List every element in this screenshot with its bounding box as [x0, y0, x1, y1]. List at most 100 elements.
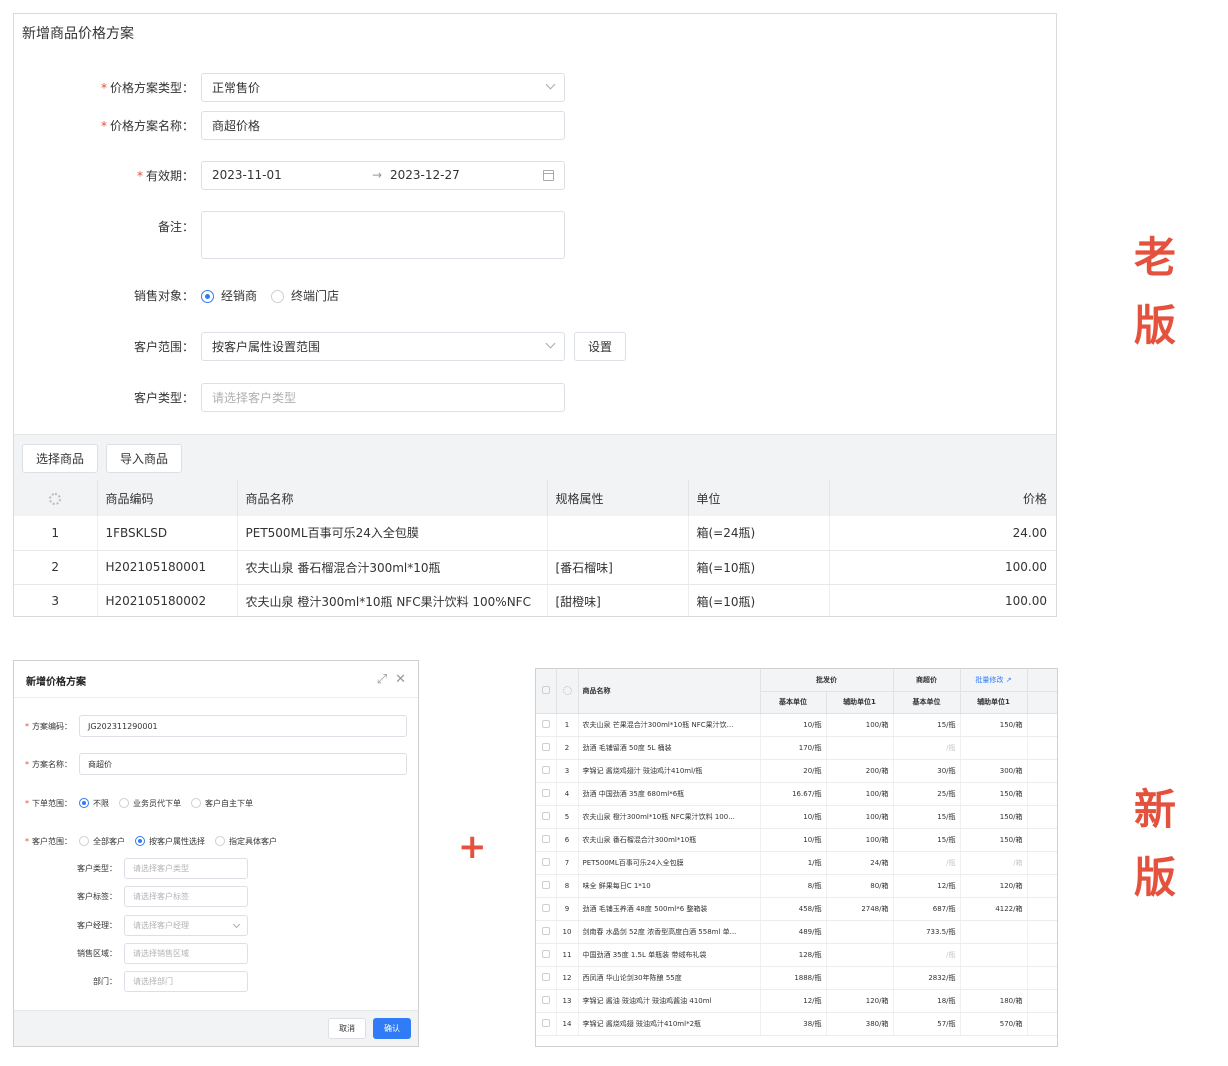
wholesale-aux-price[interactable]: 120/箱 — [826, 989, 894, 1013]
goods-price[interactable]: 100.00 — [829, 584, 1056, 616]
supermarket-base-price[interactable]: /瓶 — [893, 736, 961, 760]
supermarket-aux-price[interactable]: 180/箱 — [960, 989, 1028, 1013]
wholesale-base-price[interactable]: 10/瓶 — [760, 713, 827, 737]
table-row[interactable]: 12 西凤酒 华山论剑30年陈酿 55度 1888/瓶 2832/瓶 — [536, 966, 1057, 990]
table-row[interactable]: 3 H202105180002 农夫山泉 橙汁300ml*10瓶 NFC果汁饮料… — [14, 584, 1056, 616]
department-select[interactable]: 请选择部门 — [124, 970, 248, 992]
supermarket-base-price[interactable]: 15/瓶 — [893, 828, 961, 852]
wholesale-base-price[interactable]: 1888/瓶 — [760, 966, 827, 990]
customer-type-select[interactable]: 请选择客户类型 — [124, 857, 248, 879]
row-checkbox[interactable] — [536, 943, 557, 967]
wholesale-base-price[interactable]: 458/瓶 — [760, 897, 827, 921]
validity-date-range[interactable]: 2023-11-01 → 2023-12-27 — [201, 160, 565, 190]
supermarket-aux-price[interactable]: 150/箱 — [960, 782, 1028, 806]
cancel-button[interactable]: 取消 — [328, 1018, 366, 1039]
sales-region-select[interactable]: 请选择销售区域 — [124, 942, 248, 964]
table-row[interactable]: 13 李锦记 酱油 豉油鸡汁 豉油鸡酱油 410ml 12/瓶 120/箱 18/瓶 18… — [536, 989, 1057, 1013]
close-icon[interactable]: ✕ — [395, 672, 406, 687]
supermarket-aux-price[interactable]: 570/箱 — [960, 1012, 1028, 1036]
column-settings[interactable] — [556, 669, 579, 714]
account-manager-select[interactable]: 请选择客户经理 — [124, 914, 248, 936]
supermarket-base-price[interactable]: 733.5/瓶 — [893, 920, 961, 944]
supermarket-base-price[interactable]: 30/瓶 — [893, 759, 961, 783]
row-checkbox[interactable] — [536, 851, 557, 875]
radio-customer-order[interactable]: 客户自主下单 — [191, 798, 253, 809]
supermarket-base-price[interactable]: /瓶 — [893, 851, 961, 875]
radio-distributor[interactable]: 经销商 — [201, 287, 257, 304]
supermarket-base-price[interactable]: 18/瓶 — [893, 989, 961, 1013]
wholesale-aux-price[interactable]: 200/箱 — [826, 759, 894, 783]
wholesale-aux-price[interactable]: 100/箱 — [826, 805, 894, 829]
wholesale-aux-price[interactable] — [826, 736, 894, 760]
supermarket-base-price[interactable]: /瓶 — [893, 943, 961, 967]
fullscreen-icon[interactable]: ⤢ — [377, 672, 387, 687]
radio-all-customers[interactable]: 全部客户 — [79, 836, 125, 847]
wholesale-base-price[interactable]: 8/瓶 — [760, 874, 827, 898]
wholesale-aux-price[interactable]: 80/箱 — [826, 874, 894, 898]
wholesale-aux-price[interactable]: 100/箱 — [826, 713, 894, 737]
row-checkbox[interactable] — [536, 989, 557, 1013]
wholesale-base-price[interactable]: 12/瓶 — [760, 989, 827, 1013]
wholesale-base-price[interactable]: 16.67/瓶 — [760, 782, 827, 806]
wholesale-aux-price[interactable]: 100/箱 — [826, 782, 894, 806]
supermarket-aux-price[interactable]: 150/箱 — [960, 713, 1028, 737]
supermarket-aux-price[interactable] — [960, 736, 1028, 760]
price-type-select[interactable]: 正常售价 — [201, 72, 565, 102]
supermarket-base-price[interactable]: 25/瓶 — [893, 782, 961, 806]
plan-name-input[interactable]: 商超价 — [79, 753, 407, 775]
row-checkbox[interactable] — [536, 1012, 557, 1036]
table-row[interactable]: 14 李锦记 酱烧鸡翅 豉油鸡汁410ml*2瓶 38/瓶 380/箱 57/瓶 570/… — [536, 1012, 1057, 1036]
supermarket-base-price[interactable]: 57/瓶 — [893, 1012, 961, 1036]
customer-tag-select[interactable]: 请选择客户标签 — [124, 885, 248, 907]
supermarket-aux-price[interactable]: 120/箱 — [960, 874, 1028, 898]
wholesale-aux-price[interactable]: 100/箱 — [826, 828, 894, 852]
table-row[interactable]: 9 劲酒 毛铺玉养酒 48度 500ml*6 整箱装 458/瓶 2748/箱 687/… — [536, 897, 1057, 921]
remark-textarea[interactable] — [201, 211, 565, 259]
row-checkbox[interactable] — [536, 828, 557, 852]
wholesale-aux-price[interactable]: 2748/箱 — [826, 897, 894, 921]
goods-price[interactable]: 100.00 — [829, 550, 1056, 585]
wholesale-aux-price[interactable] — [826, 920, 894, 944]
wholesale-aux-price[interactable] — [826, 966, 894, 990]
row-checkbox[interactable] — [536, 897, 557, 921]
wholesale-base-price[interactable]: 489/瓶 — [760, 920, 827, 944]
table-row[interactable]: 4 劲酒 中国劲酒 35度 680ml*6瓶 16.67/瓶 100/箱 25/瓶 150… — [536, 782, 1057, 806]
supermarket-aux-price[interactable]: 4122/箱 — [960, 897, 1028, 921]
table-row[interactable]: 2 H202105180001 农夫山泉 番石榴混合汁300ml*10瓶 [番石… — [14, 550, 1056, 585]
row-checkbox[interactable] — [536, 805, 557, 829]
batch-edit-link[interactable]: 批量修改 ↗ — [960, 669, 1028, 692]
radio-unlimited[interactable]: 不限 — [79, 798, 109, 809]
table-row[interactable]: 10 剑南春 水晶剑 52度 浓香型高度白酒 558ml 单... 489/瓶 733… — [536, 920, 1057, 944]
wholesale-aux-price[interactable]: 24/箱 — [826, 851, 894, 875]
supermarket-base-price[interactable]: 15/瓶 — [893, 805, 961, 829]
supermarket-aux-price[interactable] — [960, 943, 1028, 967]
table-row[interactable]: 1 1FBSKLSD PET500ML百事可乐24入全包膜 箱(=24瓶) 24… — [14, 516, 1056, 551]
wholesale-aux-price[interactable] — [826, 943, 894, 967]
customer-range-select[interactable]: 按客户属性设置范围 — [201, 331, 565, 361]
wholesale-aux-price[interactable]: 380/箱 — [826, 1012, 894, 1036]
supermarket-aux-price[interactable] — [960, 966, 1028, 990]
radio-salesman-order[interactable]: 业务员代下单 — [119, 798, 181, 809]
supermarket-aux-price[interactable]: 150/箱 — [960, 828, 1028, 852]
goods-price[interactable]: 24.00 — [829, 516, 1056, 551]
supermarket-base-price[interactable]: 12/瓶 — [893, 874, 961, 898]
select-goods-button[interactable]: 选择商品 — [22, 444, 99, 473]
supermarket-aux-price[interactable] — [960, 920, 1028, 944]
wholesale-base-price[interactable]: 38/瓶 — [760, 1012, 827, 1036]
table-row[interactable]: 6 农夫山泉 番石榴混合汁300ml*10瓶 10/瓶 100/箱 15/瓶 150/箱 — [536, 828, 1057, 852]
wholesale-base-price[interactable]: 10/瓶 — [760, 805, 827, 829]
confirm-button[interactable]: 确认 — [373, 1018, 411, 1039]
supermarket-base-price[interactable]: 2832/瓶 — [893, 966, 961, 990]
table-row[interactable]: 2 劲酒 毛铺留酒 50度 5L 桶装 170/瓶/瓶 — [536, 736, 1057, 760]
wholesale-base-price[interactable]: 1/瓶 — [760, 851, 827, 875]
calendar-icon[interactable] — [543, 169, 554, 181]
wholesale-base-price[interactable]: 10/瓶 — [760, 828, 827, 852]
select-all-checkbox[interactable] — [536, 669, 557, 714]
supermarket-aux-price[interactable]: 300/箱 — [960, 759, 1028, 783]
radio-specific-customer[interactable]: 指定具体客户 — [215, 836, 277, 847]
row-checkbox[interactable] — [536, 920, 557, 944]
table-row[interactable]: 5 农夫山泉 橙汁300ml*10瓶 NFC果汁饮料 100... 10/瓶 100/… — [536, 805, 1057, 829]
supermarket-aux-price[interactable]: /箱 — [960, 851, 1028, 875]
table-row[interactable]: 11 中国劲酒 35度 1.5L 单瓶装 带绒布礼袋 128/瓶/瓶 — [536, 943, 1057, 967]
radio-terminal-store[interactable]: 终端门店 — [271, 287, 339, 304]
